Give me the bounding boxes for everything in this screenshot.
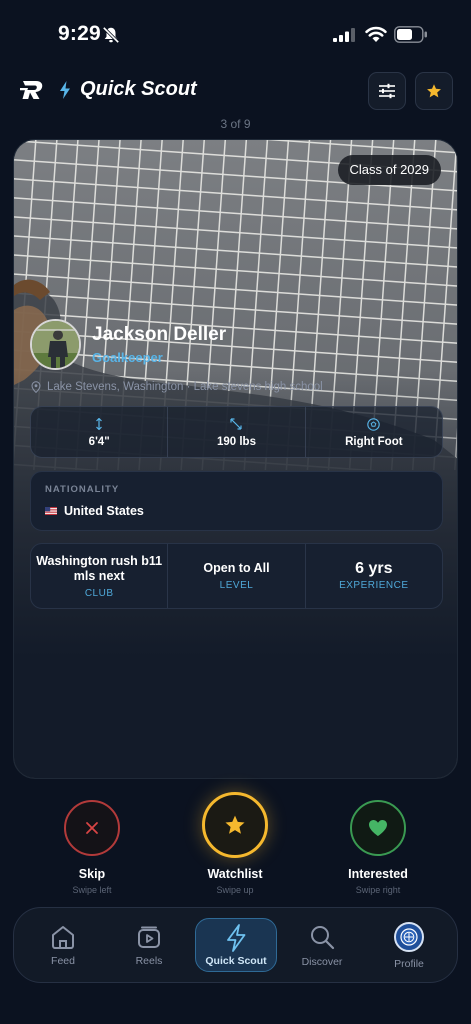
nav-item-profile[interactable]: Profile [379,918,439,974]
height-icon [96,418,103,430]
soccer-ball-icon [367,417,381,431]
skip-label: Skip [78,867,106,881]
signal-icon [333,28,355,42]
player-name: Jackson Deller [92,324,227,345]
level-value: Open to All [203,561,270,575]
bolt-icon [60,81,70,99]
page-title: Quick Scout [80,78,197,100]
nationality-label: NATIONALITY [45,484,120,495]
location-pin-icon [31,381,41,393]
status-bar: 9:29 [0,0,471,70]
interested-button[interactable] [350,800,406,856]
weight-value: 190 lbs [216,435,256,448]
club-cell: Washington rush b11 mls next CLUB [31,544,169,608]
search-icon [311,926,335,950]
reels-icon [138,926,160,948]
app-header: Quick Scout [0,70,471,114]
experience-value: 6 yrs [355,560,393,577]
club-value: Washington rush b11 mls next [36,553,163,583]
nav-label-discover: Discover [301,956,343,968]
nav-label-quick-scout: Quick Scout [205,954,267,967]
level-label: LEVEL [219,580,254,591]
watchlist-hint: Swipe up [216,885,254,895]
interested-action[interactable]: Interested Swipe right [338,800,418,895]
watchlist-label: Watchlist [207,867,263,881]
status-time: 9:29 [58,22,101,45]
skip-hint: Swipe left [72,885,112,895]
club-label: CLUB [84,587,114,599]
stat-weight: 190 lbs [168,407,306,457]
nav-item-feed[interactable]: Feed [33,918,93,974]
watchlist-header-button[interactable] [415,72,453,110]
nav-item-discover[interactable]: Discover [292,918,352,974]
star-icon [225,815,245,834]
level-cell: Open to All LEVEL [168,544,306,608]
interested-hint: Swipe right [355,885,401,895]
physical-stats: 6'4" 190 lbs Right Foot [30,406,443,458]
battery-icon [394,26,427,43]
nav-label-profile: Profile [394,958,424,970]
player-position: Goalkeeper [92,350,163,365]
skip-button[interactable] [64,800,120,856]
class-badge: Class of 2029 [337,155,441,185]
card-counter: 3 of 9 [220,117,251,131]
height-value: 6'4" [88,435,110,448]
bottom-nav: Feed Reels Quick Scout Discover Profile [13,907,458,983]
crest-icon [400,928,418,946]
interested-label: Interested [348,867,408,881]
location-text: Lake Stevens, Washington · Lake stevens … [47,381,323,393]
foot-value: Right Foot [345,435,403,448]
nav-item-reels[interactable]: Reels [119,918,179,974]
sliders-icon [379,83,395,99]
club-info: Washington rush b11 mls next CLUB Open t… [30,543,443,609]
player-avatar [30,319,81,370]
stat-height: 6'4" [31,407,169,457]
us-flag-icon [45,507,57,515]
stat-foot: Right Foot [306,407,442,457]
player-location: Lake Stevens, Washington · Lake stevens … [31,381,323,393]
watchlist-button[interactable] [202,792,268,858]
nav-item-quick-scout[interactable]: Quick Scout [195,918,277,972]
wifi-icon [365,26,387,42]
bolt-icon [227,923,246,952]
nav-label-feed: Feed [51,955,75,967]
weight-icon [230,418,243,430]
experience-cell: 6 yrs EXPERIENCE [306,544,442,608]
nationality-value: United States [64,504,144,518]
experience-label: EXPERIENCE [339,580,409,591]
nav-label-reels: Reels [135,955,163,967]
watchlist-action[interactable]: Watchlist Swipe up [190,792,280,895]
star-icon [427,84,441,98]
home-icon [52,926,74,949]
player-card[interactable]: Class of 2029 Jackson Deller Goalkeeper … [13,139,458,779]
app-logo-icon [20,81,43,99]
close-icon [86,822,98,834]
heart-icon [369,820,387,836]
filter-button[interactable] [368,72,406,110]
skip-action[interactable]: Skip Swipe left [52,800,132,895]
bell-muted-icon [102,26,120,44]
profile-avatar [394,922,424,952]
nationality-box: NATIONALITY United States [30,471,443,531]
